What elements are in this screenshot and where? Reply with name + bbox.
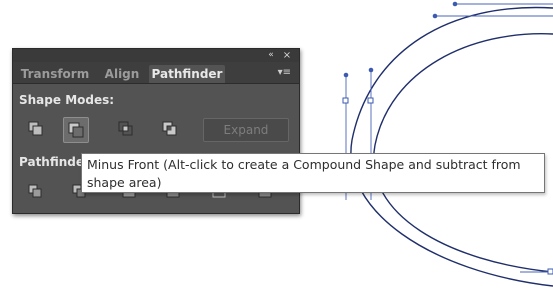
expand-button[interactable]: Expand <box>203 118 289 142</box>
minus-front-icon <box>68 122 84 138</box>
handle-point[interactable] <box>432 13 438 19</box>
panel-titlebar[interactable]: « × <box>13 49 299 62</box>
handle-point[interactable] <box>368 67 374 73</box>
panel-tabs: Transform Align Pathfinder ▾≡ <box>13 62 299 84</box>
anchor-point[interactable] <box>367 97 374 104</box>
minus-front-tooltip: Minus Front (Alt-click to create a Compo… <box>81 153 545 193</box>
tab-pathfinder[interactable]: Pathfinder <box>149 65 225 83</box>
unite-button[interactable] <box>25 118 47 140</box>
shape-modes-label: Shape Modes: <box>19 93 115 107</box>
handle-point[interactable] <box>343 72 349 78</box>
handle-point[interactable] <box>452 1 458 7</box>
anchor-point[interactable] <box>547 268 553 275</box>
intersect-button[interactable] <box>115 118 137 140</box>
tab-transform[interactable]: Transform <box>15 65 95 83</box>
anchor-point[interactable] <box>342 97 349 104</box>
selected-path-outer[interactable] <box>350 6 553 287</box>
collapse-panel-button[interactable]: « <box>265 49 277 62</box>
exclude-button[interactable] <box>159 118 181 140</box>
panel-menu-button[interactable]: ▾≡ <box>275 65 291 81</box>
exclude-icon <box>162 121 177 136</box>
tab-align[interactable]: Align <box>97 65 147 83</box>
divide-button[interactable] <box>27 183 45 201</box>
minus-front-button[interactable] <box>63 117 89 143</box>
divide-icon <box>28 184 42 198</box>
unite-icon <box>28 121 43 136</box>
close-panel-button[interactable]: × <box>281 49 293 62</box>
intersect-icon <box>118 121 133 136</box>
